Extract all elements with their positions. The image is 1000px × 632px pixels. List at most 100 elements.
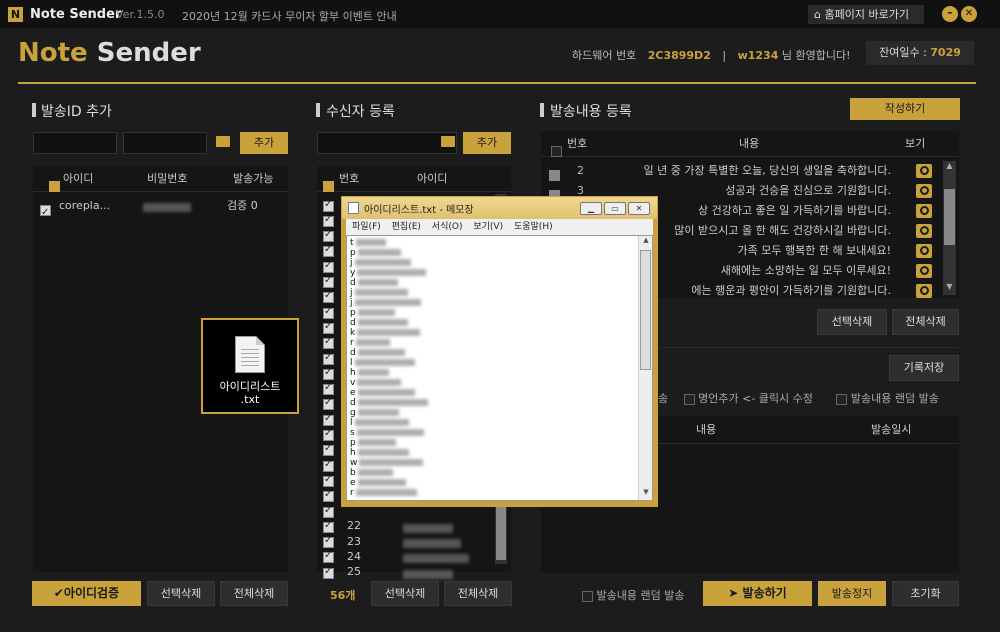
recipient-row-checkbox[interactable] — [323, 321, 334, 334]
scroll-down-arrow[interactable]: ▼ — [943, 282, 956, 295]
menu-format[interactable]: 서식(O) — [432, 222, 463, 232]
recipient-row-checkbox[interactable] — [323, 260, 334, 273]
id-delete-selected-button[interactable]: 선택삭제 — [147, 581, 215, 606]
recipient-row[interactable]: 25 — [317, 565, 493, 579]
recipient-row-checkbox[interactable] — [323, 306, 334, 319]
quote-add-label[interactable]: 명언추가 <- 클릭시 수정 — [698, 392, 813, 405]
reset-button[interactable]: 초기화 — [892, 581, 959, 606]
hw-label: 하드웨어 번호 — [572, 49, 637, 62]
footer-random-option[interactable]: 발송내용 랜덤 발송 — [582, 587, 684, 603]
recipient-row-checkbox[interactable] — [323, 505, 334, 518]
notepad-line-redacted — [355, 489, 417, 496]
recipient-row[interactable]: 22 — [317, 519, 493, 533]
view-magnifier-icon[interactable] — [916, 164, 932, 178]
recipient-row-checkbox[interactable] — [323, 352, 334, 365]
recipient-row-checkbox[interactable] — [323, 413, 334, 426]
id-verify-button[interactable]: ✔아이디검증 — [32, 581, 141, 606]
notepad-scroll-thumb[interactable] — [640, 250, 651, 370]
notepad-scroll-up[interactable]: ▲ — [639, 236, 653, 248]
recipient-delete-all-button[interactable]: 전체삭제 — [444, 581, 512, 606]
view-magnifier-icon[interactable] — [916, 204, 932, 218]
recipient-row-checkbox[interactable] — [323, 229, 334, 243]
row-checkbox[interactable] — [40, 200, 51, 223]
row-password-redacted — [143, 197, 191, 217]
notepad-text-area[interactable]: tpjydjjpdkrdlhvedglsphwber ▲ ▼ — [346, 235, 653, 501]
id-input[interactable] — [33, 132, 117, 154]
id-delete-all-button[interactable]: 전체삭제 — [220, 581, 288, 606]
recipient-row-checkbox[interactable] — [323, 275, 334, 289]
notepad-maximize-button[interactable]: ▭ — [604, 202, 626, 215]
recipient-delete-selected-button[interactable]: 선택삭제 — [371, 581, 439, 606]
notepad-line-redacted — [354, 419, 409, 426]
notepad-scrollbar[interactable]: ▲ ▼ — [638, 236, 652, 500]
recipient-row-checkbox[interactable] — [323, 459, 334, 472]
recipient-select-all-checkbox[interactable] — [323, 173, 334, 199]
homepage-button[interactable]: ⌂ 홈페이지 바로가기 — [808, 5, 924, 24]
recipient-row-checkbox[interactable] — [323, 474, 334, 487]
id-panel-title: 발송ID 추가 — [41, 104, 112, 120]
notepad-line-redacted — [357, 479, 406, 486]
view-magnifier-icon[interactable] — [916, 244, 932, 258]
notepad-titlebar[interactable]: 아이디리스트.txt - 메모장 ▁ ▭ ✕ — [342, 197, 657, 219]
write-button[interactable]: 작성하기 — [850, 98, 960, 120]
menu-view[interactable]: 보기(V) — [473, 222, 503, 232]
id-panel-marker — [32, 103, 36, 117]
view-magnifier-icon[interactable] — [916, 224, 932, 238]
stop-button[interactable]: 발송정지 — [818, 581, 886, 606]
desktop-file-item[interactable]: 아이디리스트 .txt — [201, 318, 299, 414]
recipient-input[interactable] — [317, 132, 457, 154]
recipient-row-checkbox[interactable] — [323, 428, 334, 442]
menu-help[interactable]: 도움말(H) — [514, 222, 553, 232]
content-delete-all-button[interactable]: 전체삭제 — [892, 309, 959, 335]
recipient-row-checkbox[interactable] — [323, 535, 334, 549]
recipient-row[interactable]: 23 — [317, 535, 493, 549]
minimize-button[interactable]: – — [942, 6, 958, 22]
content-row[interactable]: 2 일 년 중 가장 특별한 오늘, 당신의 생일을 축하합니다. — [541, 161, 941, 181]
recipient-row-checkbox[interactable] — [323, 336, 334, 350]
view-magnifier-icon[interactable] — [916, 264, 932, 278]
recipient-row-checkbox[interactable] — [323, 367, 334, 380]
recipient-row-checkbox[interactable] — [323, 382, 334, 396]
notepad-close-button[interactable]: ✕ — [628, 202, 650, 215]
content-scrollbar[interactable]: ▲ ▼ — [943, 161, 956, 295]
save-log-button[interactable]: 기록저장 — [889, 355, 959, 381]
notepad-minimize-button[interactable]: ▁ — [580, 202, 602, 215]
recipient-row-checkbox[interactable] — [323, 566, 334, 579]
notepad-line-redacted — [354, 359, 415, 366]
recipient-row-checkbox[interactable] — [323, 550, 334, 564]
recipient-row-checkbox[interactable] — [323, 290, 334, 304]
recipient-row[interactable]: 24 — [317, 550, 493, 564]
recipient-add-button[interactable]: 추가 — [463, 132, 511, 154]
recipient-row-checkbox[interactable] — [323, 199, 334, 212]
menu-file[interactable]: 파일(F) — [352, 222, 381, 232]
recipient-row-number: 25 — [347, 565, 361, 579]
view-magnifier-icon[interactable] — [916, 284, 932, 298]
content-row-text: 많이 받으시고 올 한 해도 건강하시길 바랍니다. — [674, 224, 891, 237]
notice-link[interactable]: 2020년 12월 카드사 무이자 할부 이벤트 안내 — [182, 8, 397, 24]
random-checkbox[interactable] — [836, 392, 848, 405]
folder-icon[interactable] — [216, 136, 230, 147]
notepad-scroll-down[interactable]: ▼ — [639, 488, 653, 500]
table-row[interactable]: corepla... 검증 0 — [33, 196, 288, 223]
notepad-line-redacted — [359, 459, 424, 466]
quote-add-checkbox[interactable] — [683, 392, 695, 405]
recipient-row-checkbox[interactable] — [323, 214, 334, 227]
send-button[interactable]: ➤ 발송하기 — [703, 581, 812, 606]
password-input[interactable] — [123, 132, 207, 154]
logo-note: Note — [18, 38, 88, 68]
menu-edit[interactable]: 편집(E) — [392, 222, 421, 232]
recipient-row-checkbox[interactable] — [323, 489, 334, 503]
id-add-button[interactable]: 추가 — [240, 132, 288, 154]
content-delete-selected-button[interactable]: 선택삭제 — [817, 309, 887, 335]
recipient-row-checkbox[interactable] — [323, 443, 334, 457]
recipient-row-checkbox[interactable] — [323, 397, 334, 411]
footer-random-checkbox[interactable] — [582, 589, 593, 602]
recipient-row-checkbox[interactable] — [323, 244, 334, 258]
recipient-folder-icon[interactable] — [441, 136, 455, 147]
view-magnifier-icon[interactable] — [916, 184, 932, 198]
notepad-window[interactable]: 아이디리스트.txt - 메모장 ▁ ▭ ✕ 파일(F) 편집(E) 서식(O)… — [341, 196, 658, 507]
content-scroll-thumb[interactable] — [944, 189, 955, 245]
scroll-up-arrow[interactable]: ▲ — [943, 161, 956, 174]
close-button[interactable]: ✕ — [961, 6, 977, 22]
recipient-row-checkbox[interactable] — [323, 520, 334, 533]
